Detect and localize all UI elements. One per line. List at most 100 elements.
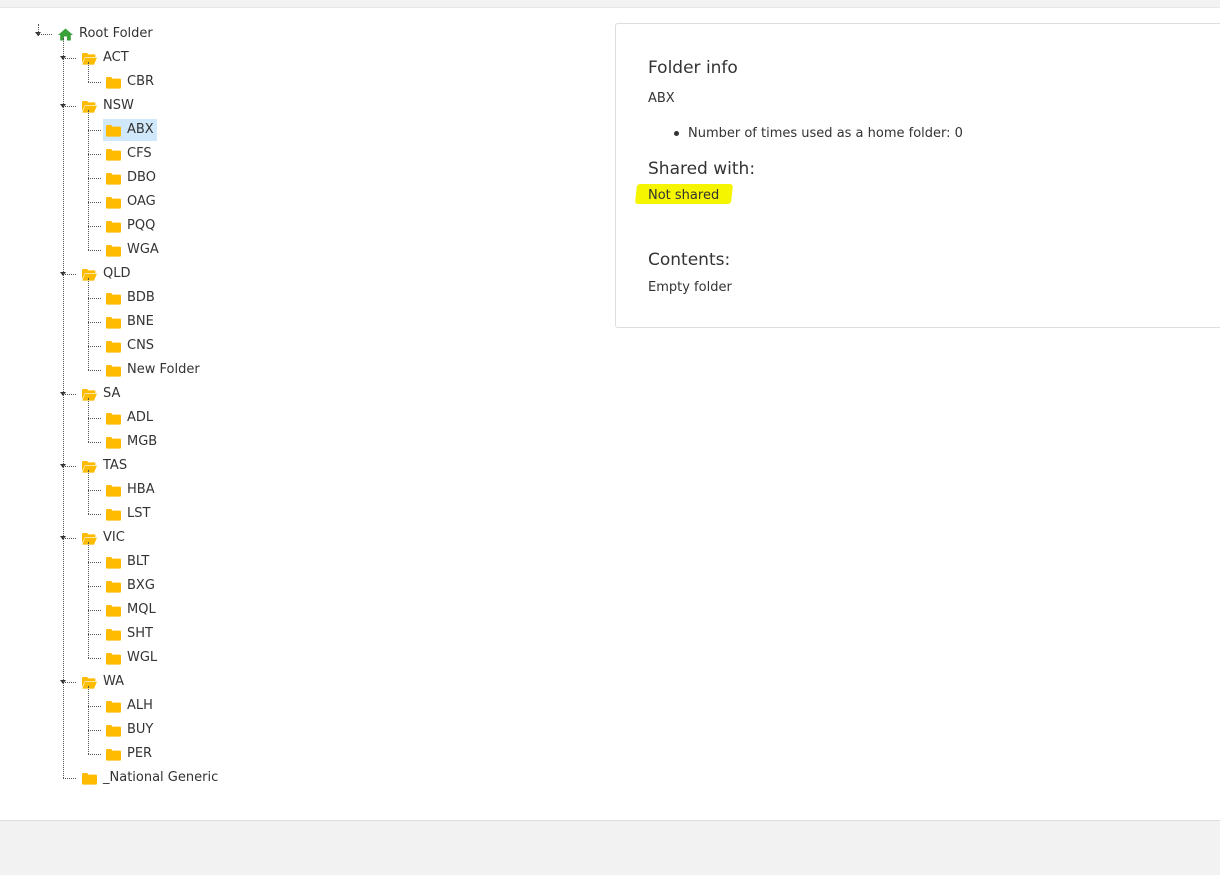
tree-root[interactable]: Root Folder (55, 23, 156, 45)
tree-node-abx[interactable]: ABX (103, 119, 157, 141)
top-bar (0, 0, 1220, 8)
folder-icon (106, 220, 121, 233)
tree-node-alh[interactable]: ALH (103, 695, 156, 717)
folder-icon (82, 772, 97, 785)
tree-node-wga[interactable]: WGA (103, 239, 162, 261)
tree-node-dbo[interactable]: DBO (103, 167, 159, 189)
tree-node-cns[interactable]: CNS (103, 335, 157, 357)
folder-info-heading: Folder info (648, 58, 738, 78)
tree-connector (88, 62, 89, 82)
folder-name: ABX (648, 91, 675, 106)
tree-node-act[interactable]: ACT (79, 47, 132, 69)
tree-connector (88, 278, 89, 370)
tree-node-label: BLT (127, 554, 150, 569)
contents-heading: Contents: (648, 250, 731, 270)
tree-node-label: QLD (103, 266, 131, 281)
tree-node-per[interactable]: PER (103, 743, 155, 765)
tree-connector (88, 470, 89, 514)
tree-connector (88, 82, 101, 83)
tree-connector (88, 586, 101, 587)
tree-node-label: ACT (103, 50, 129, 65)
tree-node-label: LST (127, 506, 151, 521)
tree-node-label: TAS (103, 458, 128, 473)
folder-icon (106, 484, 121, 497)
tree-connector (88, 202, 101, 203)
folder-icon (106, 172, 121, 185)
tree-node-label: BNE (127, 314, 154, 329)
folder-icon (106, 724, 121, 737)
tree-node-label: DBO (127, 170, 156, 185)
tree-node-oag[interactable]: OAG (103, 191, 159, 213)
tree-node-sht[interactable]: SHT (103, 623, 156, 645)
folder-open-icon (82, 388, 97, 401)
tree-node-pqq[interactable]: PQQ (103, 215, 158, 237)
tree-node-cbr[interactable]: CBR (103, 71, 157, 93)
tree-node-lst[interactable]: LST (103, 503, 153, 525)
tree-node-wa[interactable]: WA (79, 671, 127, 693)
tree-node-hba[interactable]: HBA (103, 479, 158, 501)
bullet-icon (674, 131, 679, 136)
tree-connector (88, 370, 101, 371)
tree-node-label: _National Generic (103, 770, 219, 785)
folder-icon (106, 124, 121, 137)
tree-connector (88, 442, 101, 443)
tree-connector (63, 38, 64, 778)
tree-node-new-folder[interactable]: New Folder (103, 359, 203, 381)
folder-icon (106, 196, 121, 209)
tree-node-label: ADL (127, 410, 154, 425)
shared-value: Not shared (648, 188, 720, 203)
tree-node-blt[interactable]: BLT (103, 551, 152, 573)
folder-icon (106, 412, 121, 425)
tree-node-wgl[interactable]: WGL (103, 647, 160, 669)
tree-node-bne[interactable]: BNE (103, 311, 157, 333)
tree-connector (88, 298, 101, 299)
tree-connector (63, 778, 76, 779)
tree-node-label: WA (103, 674, 125, 689)
folder-icon (106, 364, 121, 377)
folder-icon (106, 556, 121, 569)
tree-node-label: HBA (127, 482, 155, 497)
tree-connector (88, 346, 101, 347)
tree-connector (88, 418, 101, 419)
folder-icon (106, 700, 121, 713)
tree-node-label: MQL (127, 602, 156, 617)
tree-node-vic[interactable]: VIC (79, 527, 128, 549)
tree-node-tas[interactable]: TAS (79, 455, 130, 477)
tree-connector (88, 634, 101, 635)
tree-node-label: WGL (127, 650, 158, 665)
folder-open-icon (82, 100, 97, 113)
tree-node-label: PQQ (127, 218, 156, 233)
shared-with-heading: Shared with: (648, 159, 756, 179)
tree-connector (88, 610, 101, 611)
folder-info-panel: Folder info ABX Number of times used as … (615, 23, 1220, 328)
tree-node-label: New Folder (127, 362, 200, 377)
folder-open-icon (82, 676, 97, 689)
tree-node-label: SHT (127, 626, 153, 641)
tree-node-national-generic[interactable]: _National Generic (79, 767, 221, 789)
tree-node-buy[interactable]: BUY (103, 719, 156, 741)
contents-value: Empty folder (648, 280, 732, 295)
tree-connector (88, 730, 101, 731)
tree-node-label: SA (103, 386, 121, 401)
tree-connector (88, 250, 101, 251)
tree-node-bdb[interactable]: BDB (103, 287, 158, 309)
tree-connector (88, 686, 89, 754)
folder-open-icon (82, 52, 97, 65)
tree-node-bxg[interactable]: BXG (103, 575, 158, 597)
folder-icon (106, 580, 121, 593)
folder-open-icon (82, 460, 97, 473)
tree-node-mgb[interactable]: MGB (103, 431, 160, 453)
tree-node-cfs[interactable]: CFS (103, 143, 155, 165)
tree-connector (88, 542, 89, 658)
folder-icon (106, 76, 121, 89)
tree-node-adl[interactable]: ADL (103, 407, 156, 429)
tree-node-label: CNS (127, 338, 155, 353)
tree-node-sa[interactable]: SA (79, 383, 123, 405)
tree-connector (38, 24, 39, 36)
tree-connector (88, 514, 101, 515)
folder-icon (106, 244, 121, 257)
tree-node-label: ALH (127, 698, 153, 713)
tree-connector (88, 178, 101, 179)
tree-node-mql[interactable]: MQL (103, 599, 159, 621)
home-folder-usage: Number of times used as a home folder: 0 (688, 126, 963, 141)
